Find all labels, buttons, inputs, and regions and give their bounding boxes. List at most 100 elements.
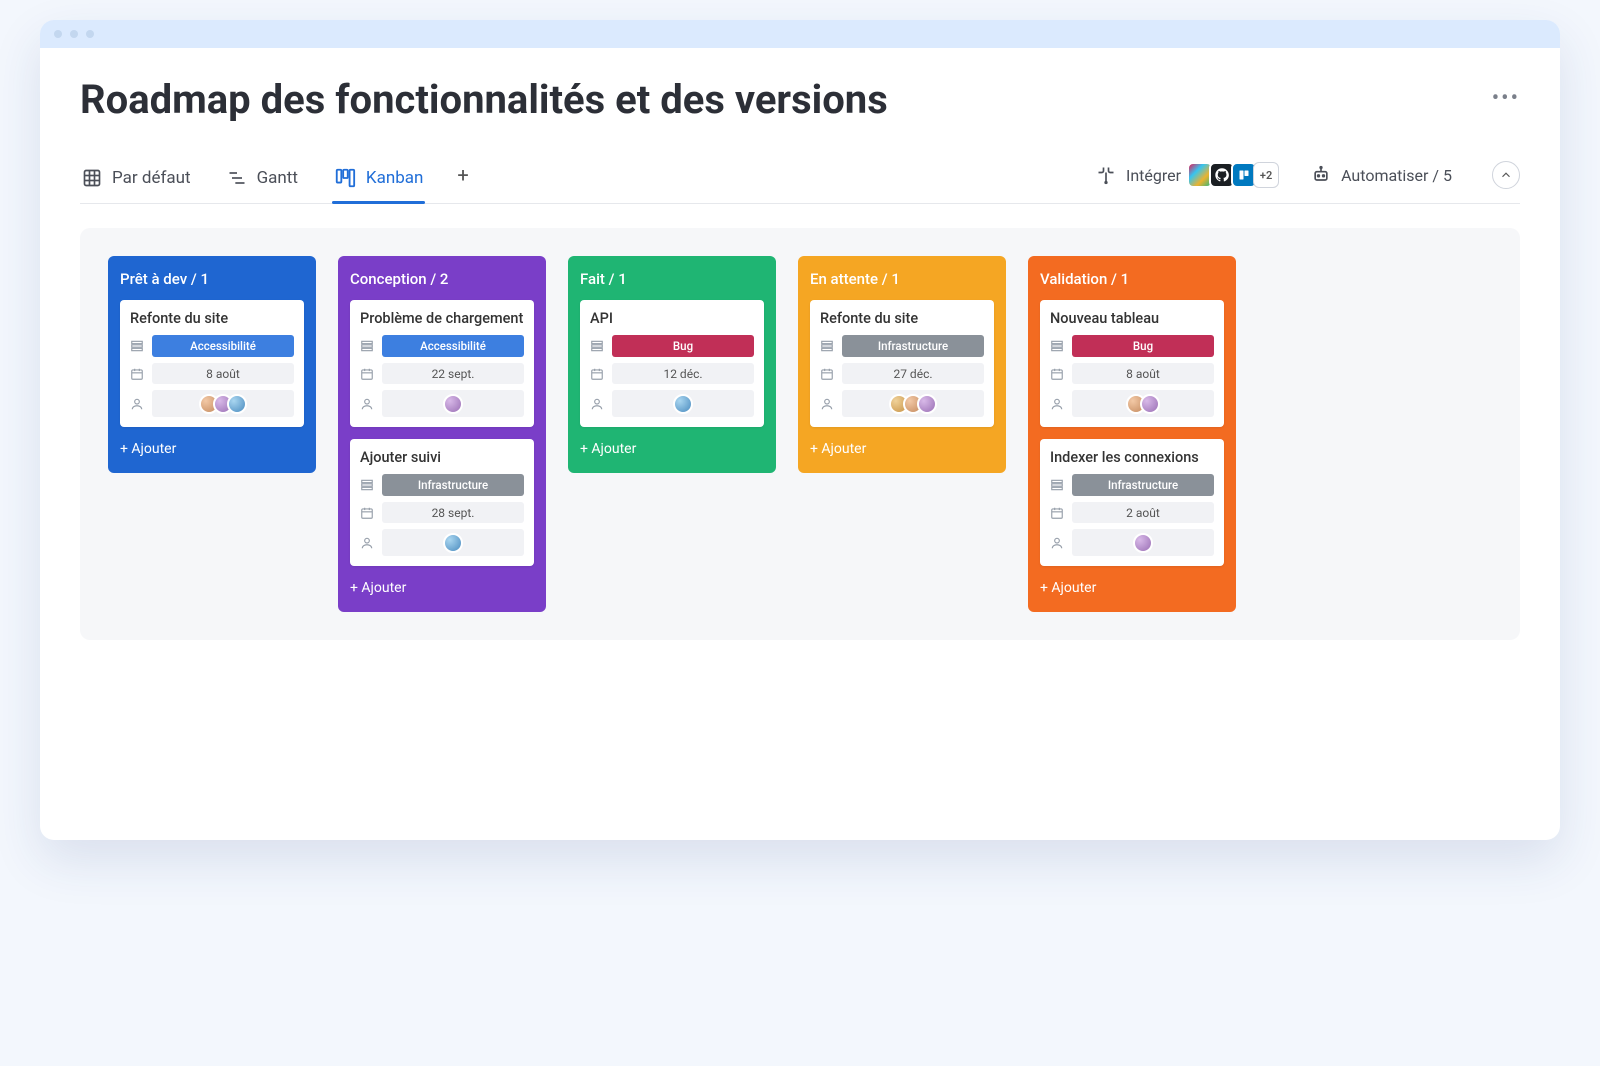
column-title: Prêt à dev / 1: [120, 270, 304, 288]
card-title: Refonte du site: [820, 310, 984, 327]
user-icon: [130, 397, 144, 411]
calendar-icon: [360, 506, 374, 520]
calendar-icon: [590, 367, 604, 381]
kanban-card[interactable]: Indexer les connexions Infrastructure 2 ao…: [1040, 439, 1224, 566]
window-titlebar: [40, 20, 1560, 48]
integration-icons: +2: [1191, 162, 1279, 188]
category-icon: [130, 339, 144, 353]
category-icon: [820, 339, 834, 353]
kanban-column-attente: En attente / 1 Refonte du site Infrastruct…: [798, 256, 1006, 473]
kanban-column-fait: Fait / 1APIBug12 déc.+ Ajouter: [568, 256, 776, 473]
kanban-icon: [334, 167, 356, 189]
category-icon: [1050, 478, 1064, 492]
category-icon: [590, 339, 604, 353]
card-date: 12 déc.: [612, 363, 754, 384]
view-tab-label: Kanban: [366, 168, 423, 188]
card-assignees: [1072, 390, 1214, 417]
view-tab-label: Par défaut: [112, 168, 191, 188]
user-icon: [590, 397, 604, 411]
card-assignees: [382, 390, 524, 417]
card-tag: Infrastructure: [382, 474, 524, 496]
view-tab-label: Gantt: [257, 168, 298, 188]
column-title: Validation / 1: [1040, 270, 1224, 288]
avatar: [227, 394, 247, 414]
add-card-button[interactable]: + Ajouter: [120, 441, 304, 457]
avatar: [673, 394, 693, 414]
window-dot: [70, 30, 78, 38]
view-tab-gantt[interactable]: Gantt: [225, 162, 300, 202]
kanban-card[interactable]: Ajouter suivi Infrastructure 28 sept.: [350, 439, 534, 566]
kanban-card[interactable]: Refonte du site Infrastructure 27 déc.: [810, 300, 994, 427]
card-tag: Infrastructure: [1072, 474, 1214, 496]
user-icon: [360, 536, 374, 550]
card-tag: Bug: [1072, 335, 1214, 357]
card-tag: Accessibilité: [152, 335, 294, 357]
automate-button[interactable]: Automatiser / 5: [1311, 165, 1452, 199]
view-tab-kanban[interactable]: Kanban: [332, 161, 425, 203]
more-integrations-badge[interactable]: +2: [1253, 162, 1279, 188]
add-card-button[interactable]: + Ajouter: [810, 441, 994, 457]
kanban-card[interactable]: Refonte du site Accessibilité 8 août: [120, 300, 304, 427]
card-assignees: [382, 529, 524, 556]
card-title: Indexer les connexions: [1050, 449, 1214, 466]
add-card-button[interactable]: + Ajouter: [350, 580, 534, 596]
kanban-card[interactable]: APIBug12 déc.: [580, 300, 764, 427]
card-assignees: [152, 390, 294, 417]
card-date: 8 août: [152, 363, 294, 384]
card-title: Ajouter suivi: [360, 449, 524, 466]
calendar-icon: [360, 367, 374, 381]
avatar: [1133, 533, 1153, 553]
card-assignees: [842, 390, 984, 417]
user-icon: [820, 397, 834, 411]
page-header: Roadmap des fonctionnalités et des versi…: [80, 76, 1520, 123]
card-title: Nouveau tableau: [1050, 310, 1214, 327]
column-title: Conception / 2: [350, 270, 534, 288]
card-date: 28 sept.: [382, 502, 524, 523]
page-title: Roadmap des fonctionnalités et des versi…: [80, 76, 888, 123]
calendar-icon: [1050, 367, 1064, 381]
app-content: Roadmap des fonctionnalités et des versi…: [40, 48, 1560, 640]
robot-icon: [1311, 165, 1331, 185]
gantt-icon: [227, 168, 247, 188]
views-toolbar: Par défaut Gantt Kanban +: [80, 161, 1520, 204]
add-card-button[interactable]: + Ajouter: [1040, 580, 1224, 596]
card-date: 22 sept.: [382, 363, 524, 384]
automate-label: Automatiser / 5: [1341, 166, 1452, 185]
card-assignees: [612, 390, 754, 417]
card-title: Problème de chargement: [360, 310, 524, 327]
integrate-button[interactable]: Intégrer +2: [1096, 162, 1279, 202]
kanban-board: Prêt à dev / 1 Refonte du site Accessibili…: [80, 228, 1520, 640]
avatar: [443, 394, 463, 414]
kanban-column-conception: Conception / 2 Problème de chargement Acce…: [338, 256, 546, 612]
card-date: 2 août: [1072, 502, 1214, 523]
add-card-button[interactable]: + Ajouter: [580, 441, 764, 457]
card-tag: Accessibilité: [382, 335, 524, 357]
avatar: [917, 394, 937, 414]
collapse-toolbar-button[interactable]: [1492, 161, 1520, 189]
integrate-icon: [1096, 165, 1116, 185]
calendar-icon: [1050, 506, 1064, 520]
card-date: 27 déc.: [842, 363, 984, 384]
user-icon: [360, 397, 374, 411]
kanban-card[interactable]: Nouveau tableau Bug 8 août: [1040, 300, 1224, 427]
kanban-column-pret: Prêt à dev / 1 Refonte du site Accessibili…: [108, 256, 316, 473]
category-icon: [360, 478, 374, 492]
grid-icon: [82, 168, 102, 188]
calendar-icon: [820, 367, 834, 381]
avatar: [1140, 394, 1160, 414]
kanban-card[interactable]: Problème de chargement Accessibilité 22 se…: [350, 300, 534, 427]
window-dot: [86, 30, 94, 38]
category-icon: [360, 339, 374, 353]
add-view-button[interactable]: +: [457, 163, 468, 201]
card-title: Refonte du site: [130, 310, 294, 327]
category-icon: [1050, 339, 1064, 353]
app-window: Roadmap des fonctionnalités et des versi…: [40, 20, 1560, 840]
more-menu-button[interactable]: •••: [1492, 76, 1520, 111]
calendar-icon: [130, 367, 144, 381]
view-tab-default[interactable]: Par défaut: [80, 162, 193, 202]
card-tag: Infrastructure: [842, 335, 984, 357]
kanban-column-validation: Validation / 1 Nouveau tableau Bug 8 août In…: [1028, 256, 1236, 612]
card-date: 8 août: [1072, 363, 1214, 384]
column-title: En attente / 1: [810, 270, 994, 288]
card-assignees: [1072, 529, 1214, 556]
